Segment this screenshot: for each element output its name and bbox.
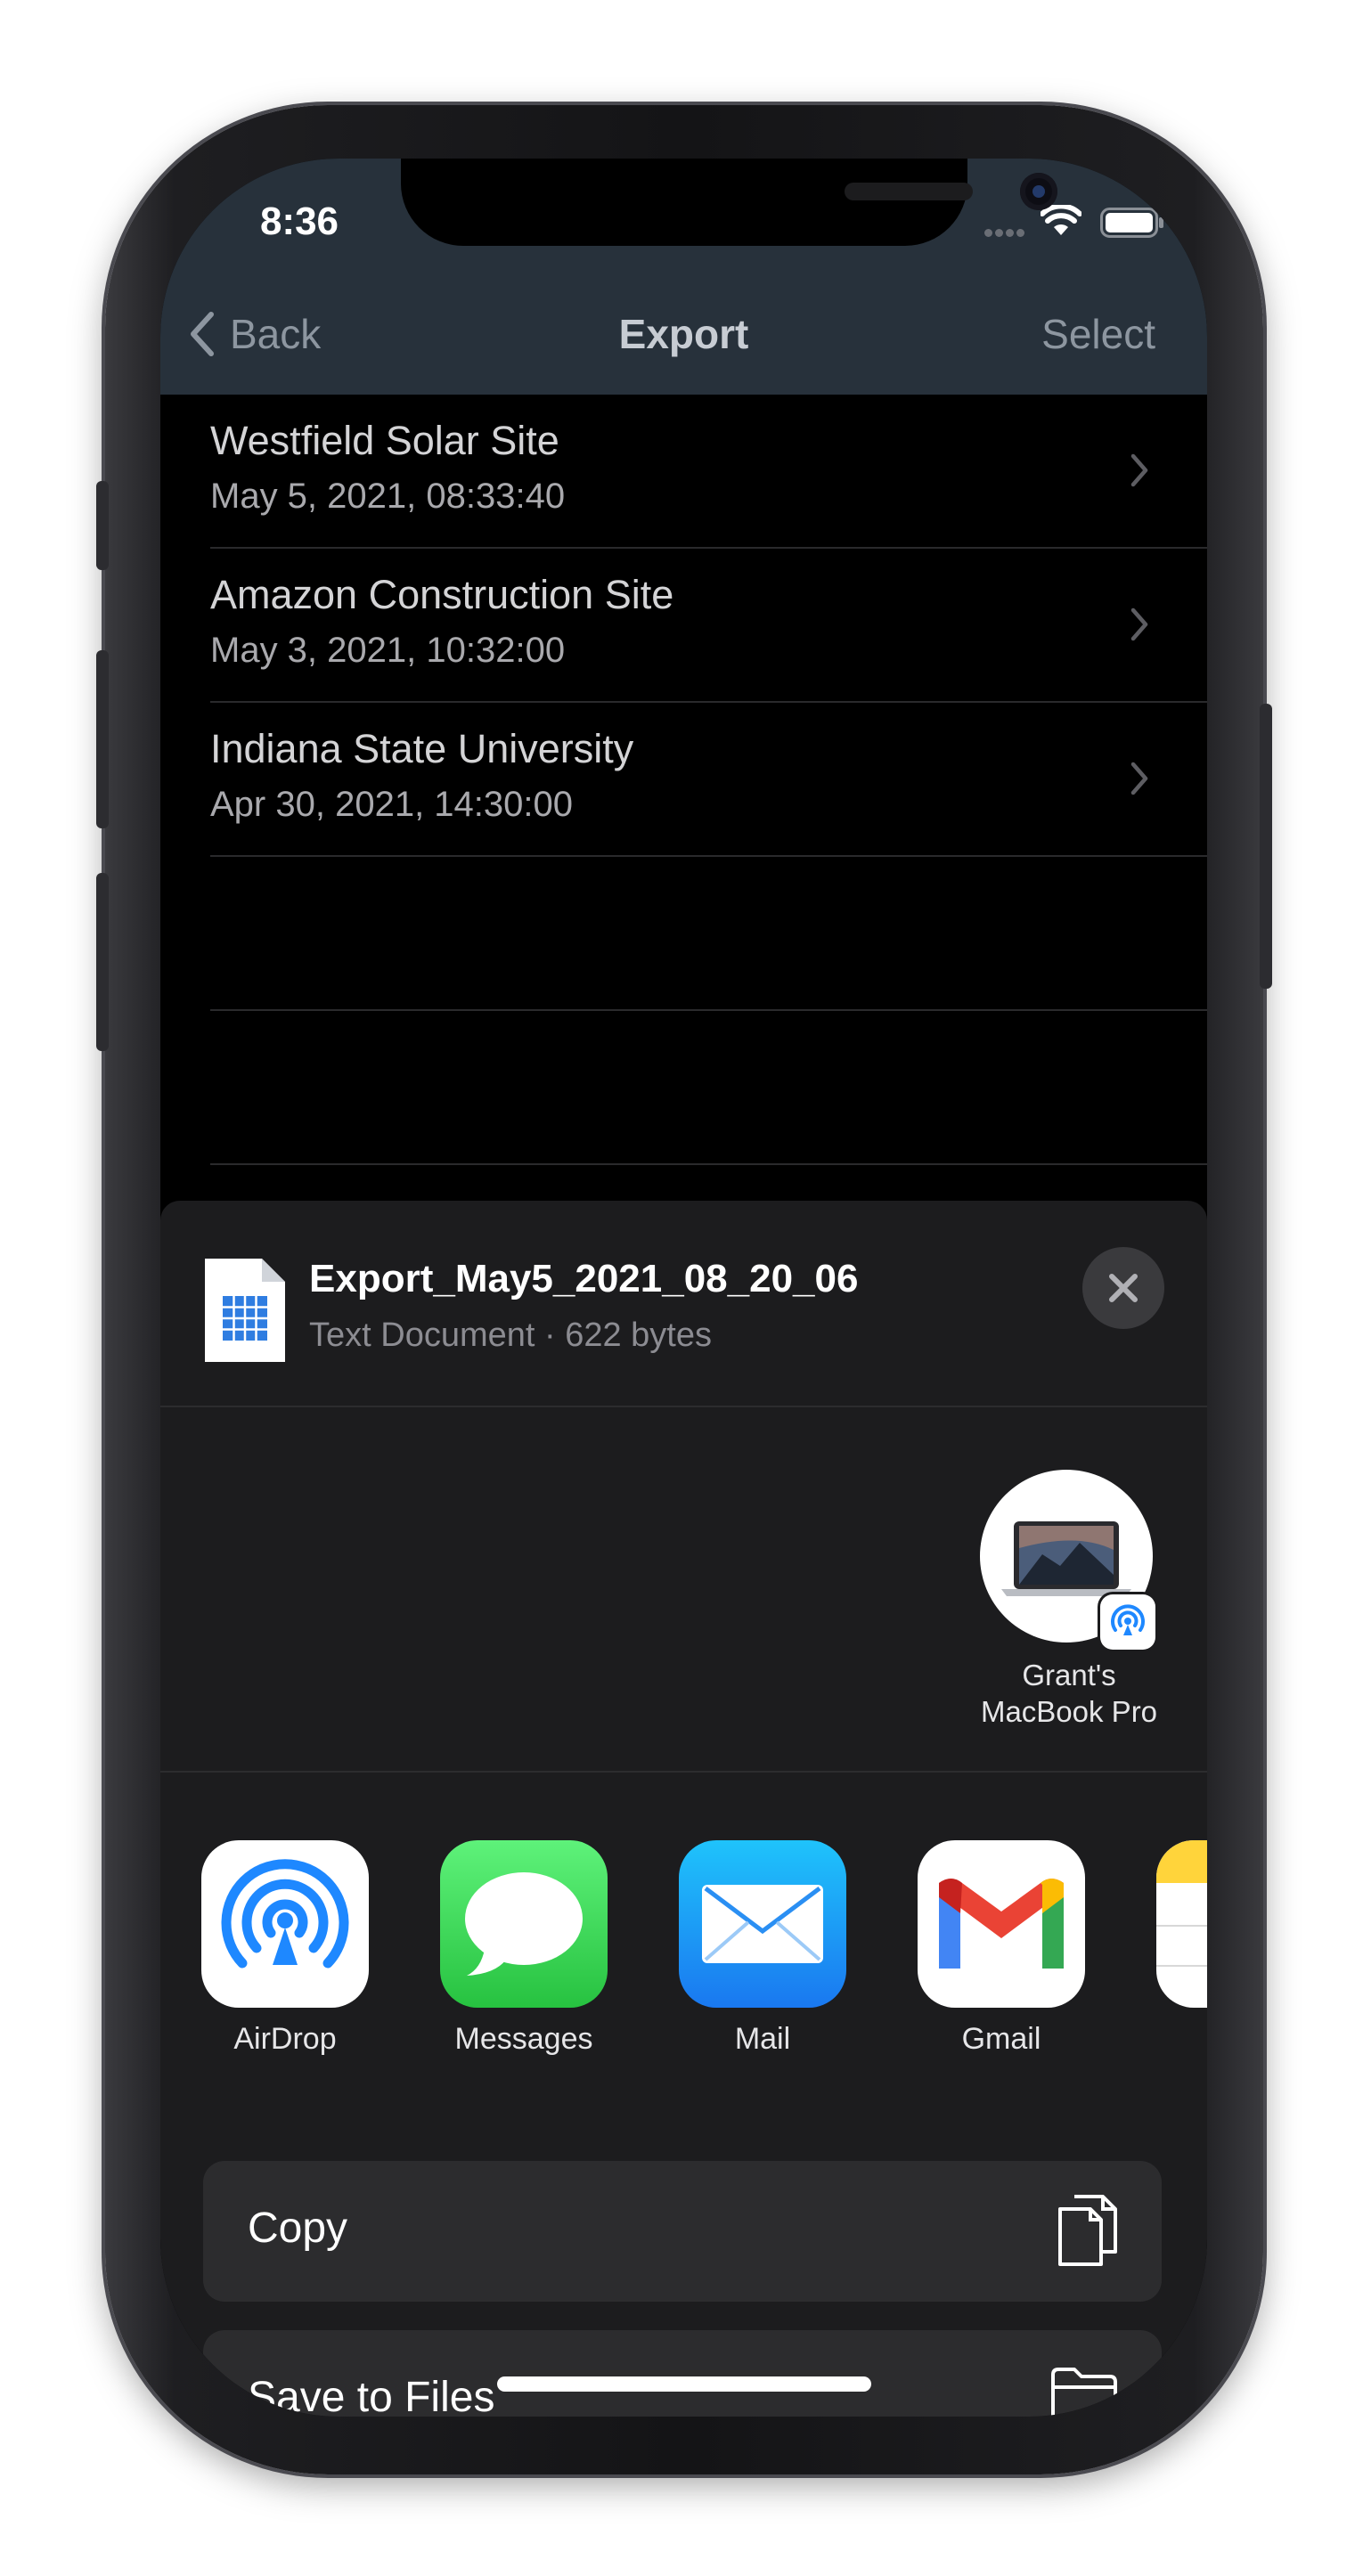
mail-app-icon [679, 1840, 846, 2008]
select-button[interactable]: Select [1041, 310, 1155, 358]
empty-row [160, 1011, 1207, 1165]
device-name-line1: Grant's [1022, 1659, 1116, 1692]
notes-app-icon [1156, 1840, 1207, 2008]
save-to-files-label: Save to Files [248, 2374, 495, 2417]
save-to-files-action[interactable]: Save to Files [203, 2330, 1162, 2417]
file-info: Text Document · 622 bytes [309, 1317, 712, 1354]
copy-action[interactable]: Copy [203, 2161, 1162, 2302]
chevron-right-icon [1130, 607, 1148, 641]
earpiece-speaker [845, 183, 973, 200]
app-label: Mail [734, 2022, 791, 2056]
export-title: Indiana State University [210, 726, 634, 771]
power-button [1260, 704, 1272, 989]
airdrop-badge [1100, 1594, 1155, 1650]
app-messages[interactable]: Messages [440, 1840, 609, 2057]
people-divider [160, 1771, 1207, 1773]
copy-label: Copy [248, 2205, 348, 2252]
messages-app-icon [440, 1840, 608, 2008]
header-divider [160, 1406, 1207, 1407]
volume-down-button [96, 873, 109, 1051]
export-row-amazon[interactable]: Amazon Construction Site May 3, 2021, 10… [160, 549, 1207, 703]
app-label: Gmail [961, 2022, 1041, 2056]
spreadsheet-document-icon [205, 1259, 285, 1362]
cellular-signal-icon [984, 225, 1027, 241]
file-name: Export_May5_2021_08_20_06 [309, 1257, 859, 1300]
row-separator [210, 1163, 1207, 1165]
status-time: 8:36 [259, 200, 339, 243]
app-gmail[interactable]: Gmail [918, 1840, 1087, 2057]
export-row-westfield[interactable]: Westfield Solar Site May 5, 2021, 08:33:… [160, 395, 1207, 549]
export-title: Westfield Solar Site [210, 418, 559, 463]
gmail-app-icon [918, 1840, 1085, 2008]
copy-icon [1058, 2195, 1117, 2266]
wifi-icon [1041, 205, 1081, 235]
airdrop-icon [1111, 1604, 1145, 1635]
app-label: AirDrop [233, 2022, 337, 2056]
export-date: May 3, 2021, 10:32:00 [210, 631, 566, 670]
home-indicator[interactable] [497, 2376, 871, 2392]
mute-switch [96, 481, 109, 570]
navigation-bar: 8:36 Back Export Select [160, 159, 1207, 395]
battery-icon [1100, 208, 1163, 238]
export-row-indiana[interactable]: Indiana State University Apr 30, 2021, 1… [160, 703, 1207, 857]
notch [401, 159, 1057, 246]
close-icon [1109, 1274, 1138, 1302]
export-title: Amazon Construction Site [210, 572, 674, 617]
app-label: Messages [454, 2022, 593, 2056]
folder-icon [1051, 2368, 1117, 2417]
app-notes-partial[interactable] [1156, 1840, 1207, 2008]
export-date: Apr 30, 2021, 14:30:00 [210, 785, 573, 824]
app-row: AirDrop Messages Mail Gmail [160, 1840, 1207, 2063]
export-list: Westfield Solar Site May 5, 2021, 08:33:… [160, 395, 1207, 1165]
app-airdrop[interactable]: AirDrop [201, 1840, 371, 2057]
empty-row [160, 857, 1207, 1011]
device-name-line2: MacBook Pro [980, 1695, 1158, 1728]
close-button[interactable] [1082, 1247, 1164, 1329]
app-mail[interactable]: Mail [679, 1840, 848, 2057]
device-name: Grant's MacBook Pro [953, 1657, 1185, 1730]
chevron-right-icon [1130, 762, 1148, 795]
airdrop-app-icon [201, 1840, 369, 2008]
export-date: May 5, 2021, 08:33:40 [210, 477, 566, 516]
chevron-right-icon [1130, 453, 1148, 487]
volume-up-button [96, 650, 109, 828]
front-camera [1020, 173, 1057, 210]
share-sheet: Export_May5_2021_08_20_06 Text Document … [160, 1201, 1207, 2417]
phone-screen: 8:36 Back Export Select Westfield Solar … [160, 159, 1207, 2417]
